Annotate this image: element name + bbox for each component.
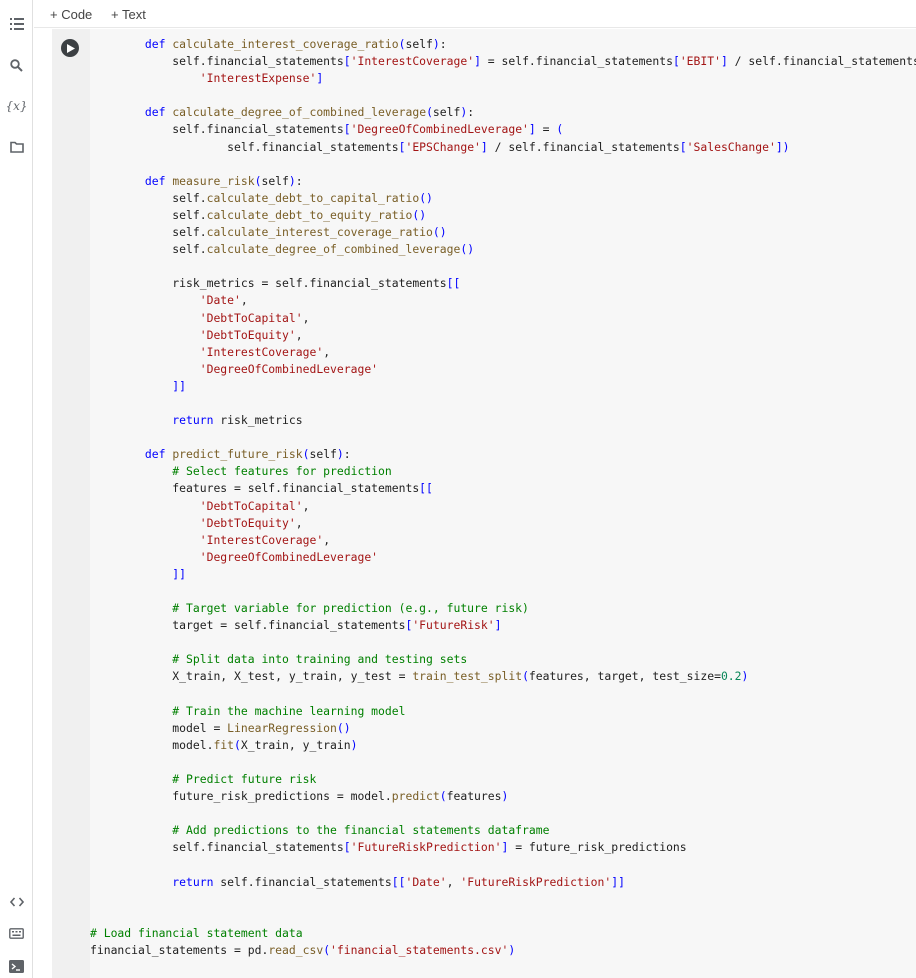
code-line: def calculate_degree_of_combined_leverag… [144,105,475,120]
code-line: ]] [172,566,187,581]
code-line: ]] [172,378,187,393]
add-text-cell-button[interactable]: + Text [111,6,146,22]
code-line: ​ [90,686,916,703]
code-line: self.calculate_debt_to_equity_ratio() [90,207,427,222]
code-line: 'InterestCoverage', [199,344,331,359]
code-cell[interactable]: def calculate_interest_coverage_ratio(se… [52,29,916,978]
code-line: 'DegreeOfCombinedLeverage' [199,361,379,376]
code-line: # Add predictions to the financial state… [172,823,550,838]
code-line: return self.financial_statements[['Date'… [172,874,625,889]
code-line: # Train the machine learning model [172,703,406,718]
code-line: 'DegreeOfCombinedLeverage' [199,549,379,564]
code-line: 'InterestCoverage', [199,532,331,547]
code-line: # Target variable for prediction (e.g., … [172,601,529,616]
code-line: ​ [90,156,916,173]
code-line: ​ [90,258,916,275]
code-line: ​ [90,583,916,600]
code-line: ​ [90,87,916,104]
code-line: ​ [90,891,916,908]
code-line: model = LinearRegression() [90,720,351,735]
code-line: model.fit(X_train, y_train) [90,737,358,752]
command-palette-icon[interactable] [0,919,33,947]
code-editor[interactable]: def calculate_interest_coverage_ratio(se… [90,29,916,978]
code-line: target = self.financial_statements['Futu… [90,618,502,633]
code-line: 'DebtToCapital', [199,498,310,513]
code-line: ​ [90,908,916,925]
code-line: return risk_metrics [172,413,303,428]
code-line: 'DebtToCapital', [199,310,310,325]
notebook-area: def calculate_interest_coverage_ratio(se… [34,29,916,978]
table-of-contents-icon[interactable] [0,10,33,38]
code-line: ​ [90,754,916,771]
code-line: self.calculate_degree_of_combined_levera… [90,242,475,257]
add-code-cell-label: + Code [50,6,93,22]
code-line: # Split data into training and testing s… [172,652,468,667]
code-line: ​ [90,395,916,412]
variables-icon[interactable]: {x} [0,92,33,120]
code-line: # Predict future risk [172,772,317,787]
code-line: ​ [90,857,916,874]
code-line: risk_metrics = self.financial_statements… [90,276,461,291]
play-icon [67,43,75,53]
code-line: X_train, X_test, y_train, y_test = train… [90,669,749,684]
search-icon[interactable] [0,51,33,79]
run-cell-button[interactable] [61,39,79,57]
code-line: self.calculate_interest_coverage_ratio() [90,225,447,240]
code-line: ​ [90,805,916,822]
code-line: ​ [90,429,916,446]
code-line: self.calculate_debt_to_capital_ratio() [90,190,433,205]
code-line: self.financial_statements['DegreeOfCombi… [90,122,564,137]
code-line: 'DebtToEquity', [199,327,303,342]
code-line: self.financial_statements['EPSChange'] /… [90,139,790,154]
variables-label: {x} [5,99,28,113]
notebook-toolbar: + Code + Text [34,0,916,28]
code-line: def predict_future_risk(self): [144,447,351,462]
code-line: 'InterestExpense'] [199,71,324,86]
code-snippets-icon[interactable] [0,888,33,916]
code-line: financial_statements = pd.read_csv('fina… [90,942,516,957]
code-line: def calculate_interest_coverage_ratio(se… [144,37,447,51]
cell-gutter [52,29,90,978]
code-line: ​ [90,634,916,651]
code-line: 'Date', [199,293,248,308]
left-sidebar: {x} [0,0,33,978]
code-line: future_risk_predictions = model.predict(… [90,789,509,804]
terminal-icon[interactable] [0,952,33,978]
code-line: # Load financial statement data [90,925,303,940]
folder-icon[interactable] [0,133,33,161]
code-line: self.financial_statements['InterestCover… [90,54,916,69]
code-line: def measure_risk(self): [144,173,303,188]
add-text-cell-label: + Text [111,6,146,22]
add-code-cell-button[interactable]: + Code [50,6,92,22]
code-line: # Select features for prediction [172,464,392,479]
code-line: self.financial_statements['FutureRiskPre… [90,840,687,855]
code-line: 'DebtToEquity', [199,515,303,530]
code-lines: def calculate_interest_coverage_ratio(se… [90,36,916,959]
code-line: features = self.financial_statements[[ [90,481,433,496]
